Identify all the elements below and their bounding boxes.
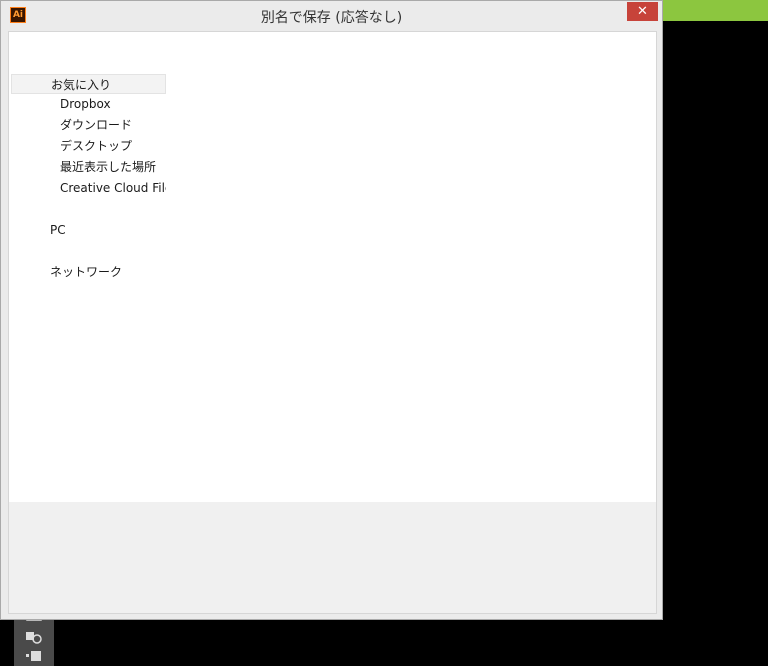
save-as-dialog: Ai 別名で保存 (応答なし) ✕ お気に入り Dropbox ダウンロード デ… (0, 0, 663, 620)
nav-item-creative-cloud-files[interactable]: Creative Cloud Files (60, 178, 166, 198)
shape-builder-icon[interactable] (25, 630, 43, 644)
nav-favorites[interactable]: お気に入り (11, 74, 166, 94)
background-app-strip (663, 0, 768, 21)
dialog-titlebar[interactable]: Ai 別名で保存 (応答なし) ✕ (1, 1, 662, 31)
dialog-body: お気に入り Dropbox ダウンロード デスクトップ 最近表示した場所 Cre… (8, 31, 657, 614)
live-paint-icon[interactable] (25, 648, 43, 662)
close-button[interactable]: ✕ (627, 2, 658, 21)
nav-item-dropbox[interactable]: Dropbox (60, 94, 166, 114)
nav-item-recent-places[interactable]: 最近表示した場所 (60, 157, 166, 177)
nav-item-desktop[interactable]: デスクトップ (60, 136, 166, 156)
nav-item-downloads[interactable]: ダウンロード (60, 115, 166, 135)
nav-network[interactable]: ネットワーク (50, 262, 166, 282)
dialog-title: 別名で保存 (応答なし) (260, 10, 403, 26)
file-browser-area: お気に入り Dropbox ダウンロード デスクトップ 最近表示した場所 Cre… (9, 32, 656, 502)
illustrator-toolbar (14, 614, 54, 666)
background-workspace (663, 21, 768, 666)
nav-pc[interactable]: PC (50, 220, 166, 240)
